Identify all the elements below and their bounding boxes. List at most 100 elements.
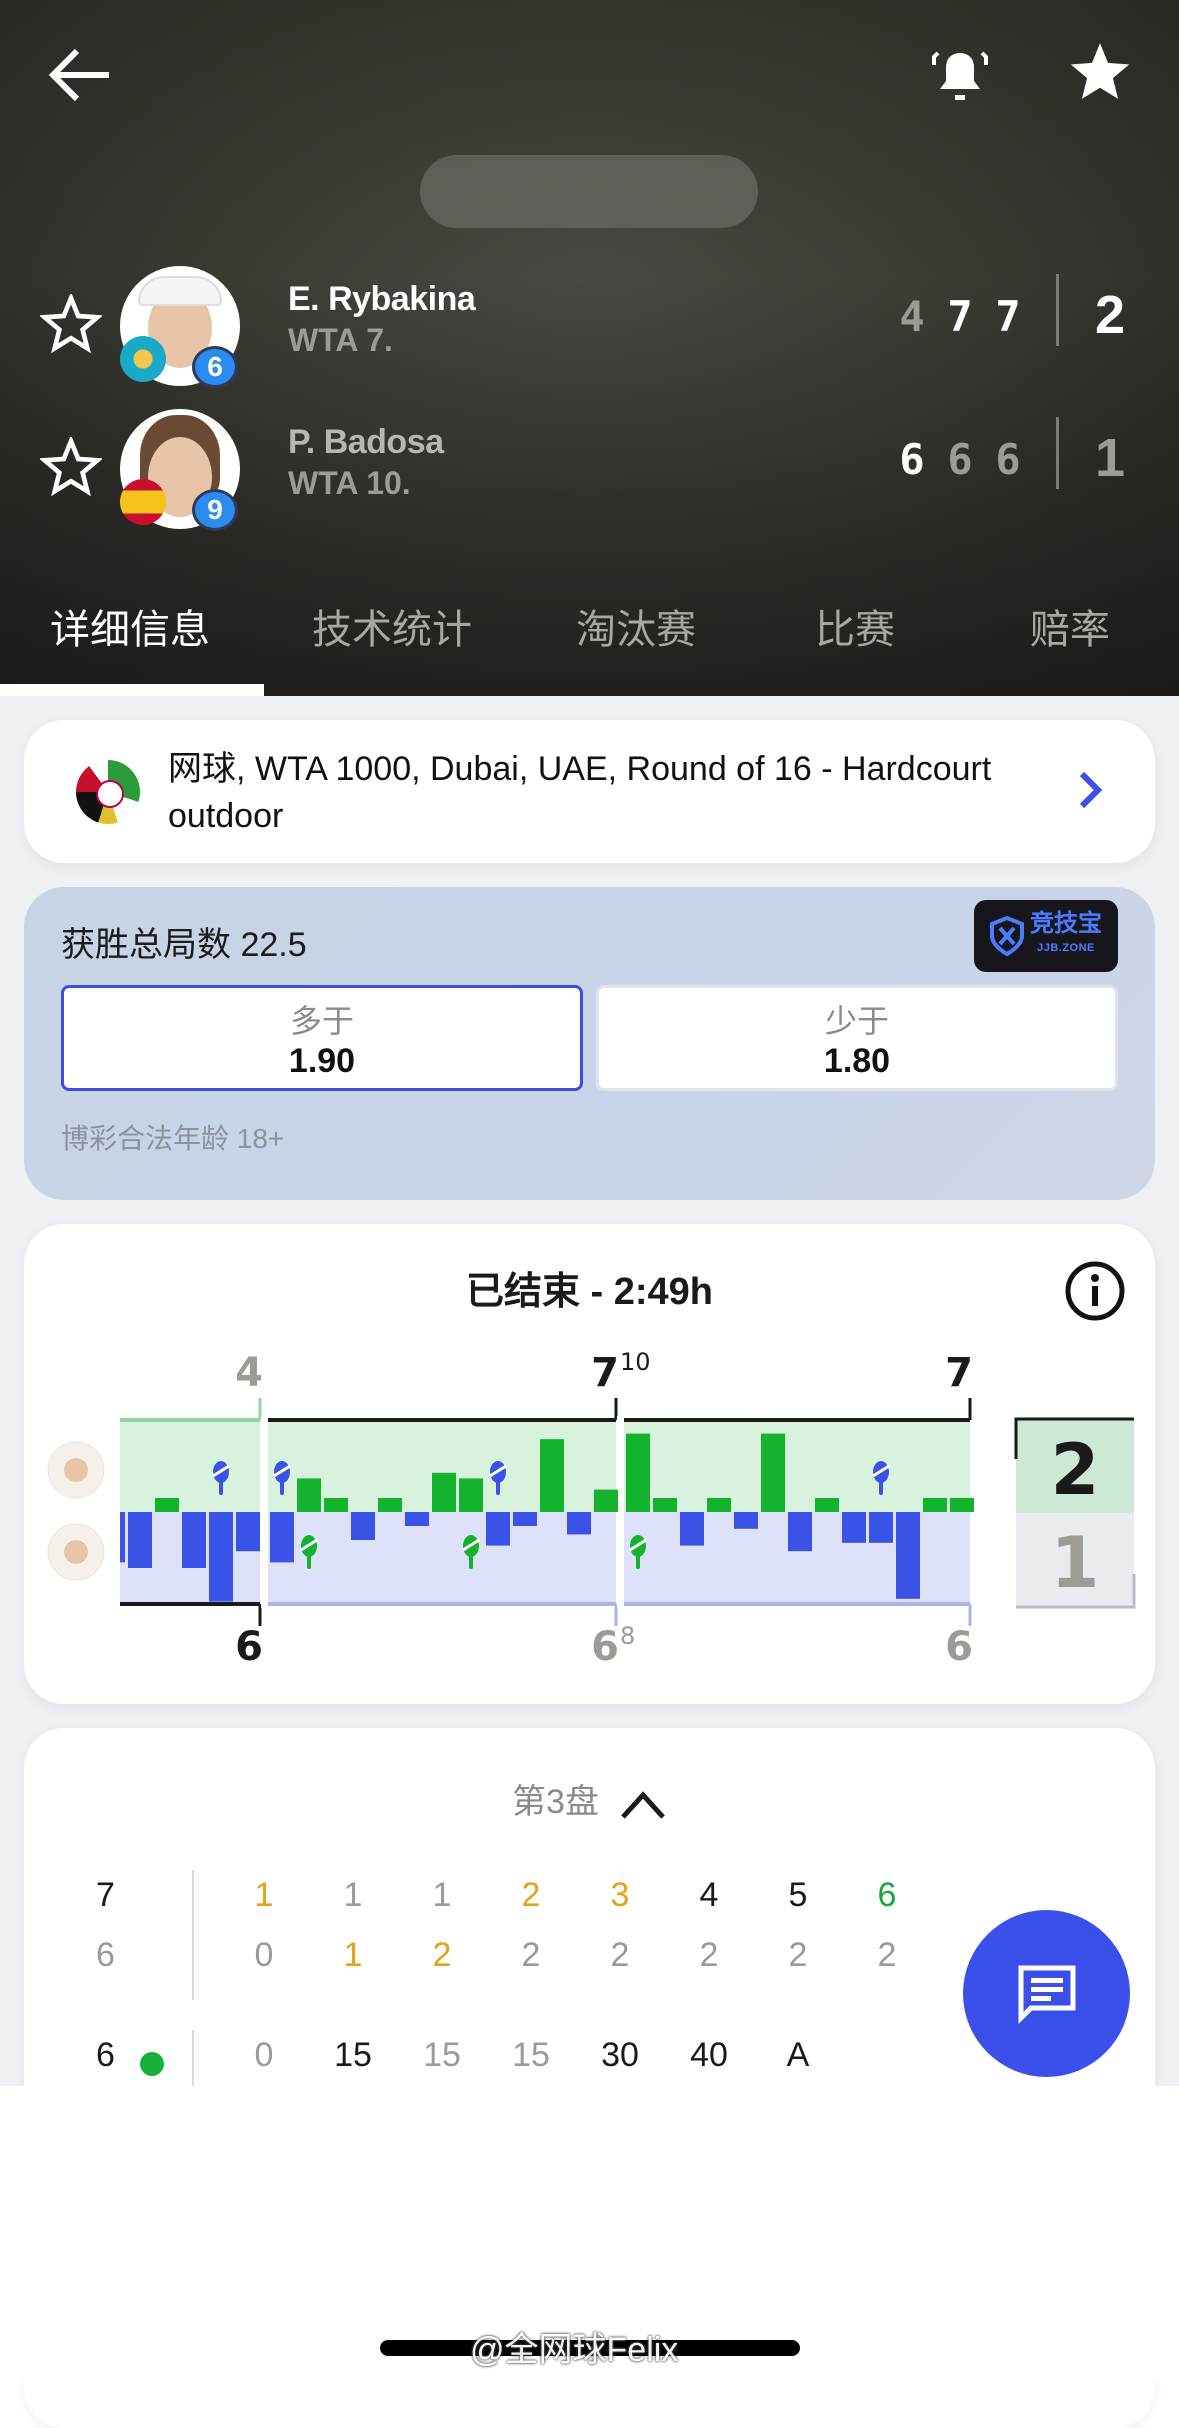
odds-under-button[interactable]: 少于 1.80 bbox=[596, 985, 1118, 1091]
set-scores: 6 6 6 bbox=[895, 435, 1025, 484]
game-score-cell: 1 bbox=[254, 1876, 274, 1914]
score-lead: 6 bbox=[96, 1936, 115, 1974]
momentum-bar bbox=[896, 1512, 920, 1599]
player-name[interactable]: P. Badosa bbox=[288, 423, 444, 462]
follow-player-button[interactable] bbox=[38, 434, 104, 499]
match-header: 6 E. Rybakina WTA 7. 4 7 7 2 9 P. Badosa… bbox=[0, 0, 1179, 696]
game-score-cell: 2 bbox=[521, 1876, 541, 1914]
tab-matches[interactable]: 比赛 bbox=[815, 597, 895, 655]
momentum-bar bbox=[128, 1512, 152, 1568]
tab-odds[interactable]: 赔率 bbox=[1030, 597, 1110, 655]
set-score: 7 bbox=[947, 292, 973, 341]
set-label-top: 7 bbox=[945, 1350, 973, 1396]
point-score-cell: A bbox=[786, 2036, 810, 2074]
set-score: 6 bbox=[899, 435, 925, 484]
set-selector[interactable]: 第3盘 bbox=[24, 1774, 1155, 1823]
set-score: 6 bbox=[947, 435, 973, 484]
momentum-bar bbox=[869, 1512, 893, 1543]
arrow-left-icon bbox=[48, 48, 109, 102]
odds-value: 1.90 bbox=[288, 1042, 356, 1080]
odds-over-button[interactable]: 多于 1.90 bbox=[61, 985, 583, 1091]
tiebreak-label: 10 bbox=[620, 1348, 651, 1376]
tab-details[interactable]: 详细信息 bbox=[50, 597, 210, 655]
game-score-cell: 4 bbox=[699, 1876, 719, 1914]
momentum-bar bbox=[486, 1512, 510, 1546]
momentum-card: 已结束 - 2:49h 4 6 7 10 6 8 7 6 2 1 bbox=[24, 1224, 1155, 1704]
game-score-cell: 3 bbox=[610, 1876, 630, 1914]
sets-won-p1: 2 bbox=[1051, 1429, 1100, 1511]
game-score-cell: 1 bbox=[432, 1876, 452, 1914]
game-score-cell: 5 bbox=[788, 1876, 808, 1914]
chat-button[interactable] bbox=[963, 1910, 1130, 2077]
momentum-bar bbox=[842, 1512, 866, 1543]
star-filled-icon bbox=[1070, 42, 1130, 99]
gambling-age-notice: 博彩合法年龄 18+ bbox=[61, 1123, 285, 1154]
momentum-bar bbox=[567, 1512, 591, 1535]
player-name[interactable]: E. Rybakina bbox=[288, 280, 476, 319]
momentum-bar bbox=[680, 1512, 704, 1546]
star-outline-icon bbox=[38, 434, 104, 497]
momentum-bar bbox=[513, 1512, 537, 1526]
tab-statistics[interactable]: 技术统计 bbox=[312, 597, 472, 655]
odds-label: 少于 bbox=[824, 1003, 889, 1039]
momentum-bar bbox=[923, 1498, 947, 1512]
momentum-bar bbox=[155, 1498, 179, 1512]
momentum-bar bbox=[815, 1498, 839, 1512]
momentum-bar bbox=[236, 1512, 260, 1552]
flag-icon bbox=[120, 479, 166, 525]
momentum-bar bbox=[351, 1512, 375, 1540]
chat-message-icon bbox=[1018, 1965, 1075, 2024]
set-selector-label: 第3盘 bbox=[512, 1783, 599, 1821]
set-score: 4 bbox=[899, 292, 925, 341]
tournament-card[interactable]: 网球, WTA 1000, Dubai, UAE, Round of 16 - … bbox=[24, 720, 1155, 863]
bookmaker-name: 竞技宝 bbox=[1030, 910, 1102, 937]
game-score-cell: 2 bbox=[432, 1936, 452, 1974]
point-score-cell: 15 bbox=[423, 2036, 461, 2074]
back-button[interactable] bbox=[40, 40, 120, 110]
point-score-cell: 0 bbox=[254, 2036, 274, 2074]
seed-badge: 9 bbox=[192, 489, 238, 531]
bell-ringing-icon bbox=[932, 46, 988, 100]
tab-draw[interactable]: 淘汰赛 bbox=[576, 597, 696, 655]
favorite-match-button[interactable] bbox=[1060, 35, 1140, 110]
notification-button[interactable] bbox=[920, 35, 1000, 110]
follow-player-button[interactable] bbox=[38, 291, 104, 356]
momentum-bar bbox=[405, 1512, 429, 1526]
player-rank: WTA 7. bbox=[288, 322, 393, 358]
game-score-cell: 2 bbox=[699, 1936, 719, 1974]
momentum-bar bbox=[734, 1512, 758, 1529]
game-score-cell: 2 bbox=[877, 1936, 897, 1974]
point-score-cell: 40 bbox=[690, 2036, 728, 2074]
divider bbox=[192, 1870, 194, 2000]
watermark: @全网球Felix bbox=[470, 2331, 679, 2369]
star-outline-icon bbox=[38, 291, 104, 354]
game-score-cell: 0 bbox=[254, 1936, 274, 1974]
momentum-bar bbox=[324, 1498, 348, 1512]
active-tab-indicator bbox=[0, 684, 264, 696]
momentum-bar bbox=[182, 1512, 206, 1568]
set-label-bottom: 6 bbox=[945, 1624, 973, 1670]
momentum-chart[interactable]: 467 106 87621 bbox=[24, 1224, 1155, 1704]
p2-zone bbox=[268, 1512, 616, 1604]
player-row-1: 6 E. Rybakina WTA 7. 4 7 7 2 bbox=[0, 262, 1179, 392]
game-score-cell: 2 bbox=[788, 1936, 808, 1974]
chevron-up-icon bbox=[621, 1791, 665, 1819]
bookmaker-logo[interactable]: 竞技宝 JJB.ZONE bbox=[974, 900, 1118, 972]
momentum-bar bbox=[297, 1478, 321, 1512]
point-score-cell: 15 bbox=[512, 2036, 550, 2074]
odds-label: 多于 bbox=[289, 1003, 354, 1039]
game-row: 6 0 1 2 2 2 2 2 2 bbox=[24, 1936, 1024, 1996]
odds-value: 1.80 bbox=[823, 1042, 891, 1080]
set-score: 6 bbox=[995, 435, 1021, 484]
momentum-bar bbox=[707, 1498, 731, 1512]
momentum-bar bbox=[209, 1512, 233, 1602]
game-score-cell: 1 bbox=[343, 1876, 363, 1914]
momentum-bar bbox=[594, 1489, 618, 1512]
bookmaker-domain: JJB.ZONE bbox=[1037, 942, 1095, 954]
sets-won: 1 bbox=[1094, 428, 1126, 488]
odds-card: 获胜总局数 22.5 竞技宝 JJB.ZONE 多于 1.90 少于 1.80 博… bbox=[24, 887, 1155, 1200]
sets-won: 2 bbox=[1094, 285, 1126, 345]
divider bbox=[1056, 417, 1059, 489]
momentum-bar bbox=[950, 1498, 974, 1512]
game-score-cell: 6 bbox=[877, 1876, 897, 1914]
